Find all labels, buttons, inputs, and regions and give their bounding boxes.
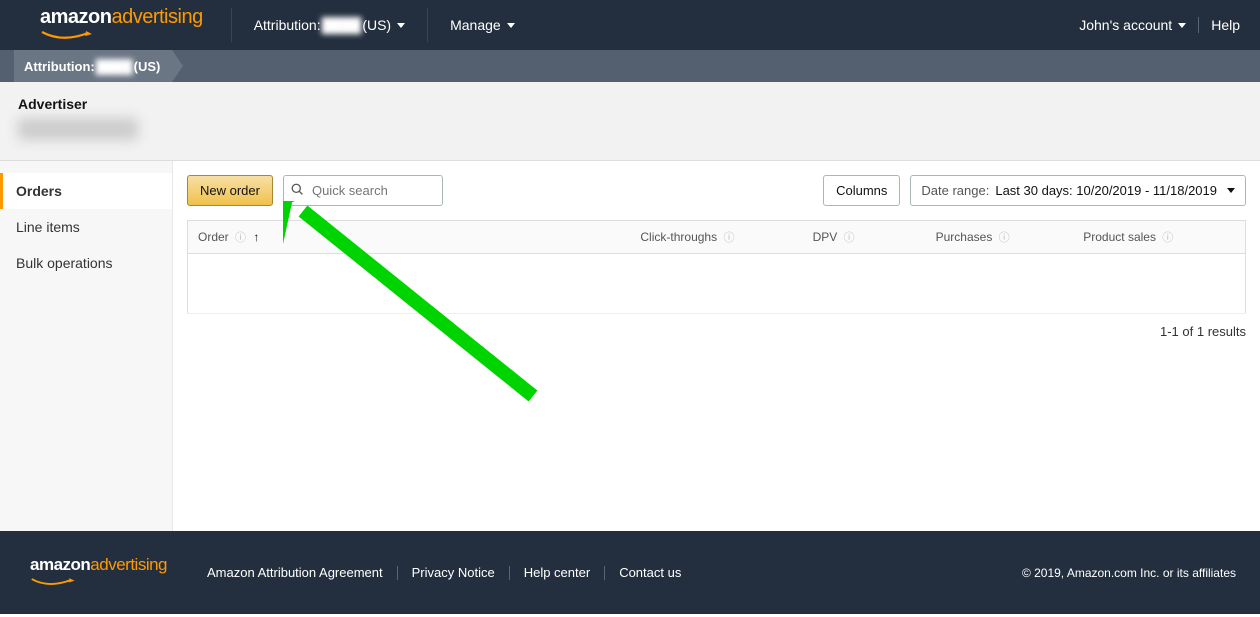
caret-down-icon <box>1178 23 1186 28</box>
search-wrap <box>283 175 443 206</box>
nav-attribution-dropdown[interactable]: Attribution: ████ (US) <box>232 0 427 50</box>
main-content: New order Columns Date range: Last 30 da… <box>172 161 1260 531</box>
logo-swoosh-icon <box>40 31 110 41</box>
nav-manage-dropdown[interactable]: Manage <box>428 0 537 50</box>
table-cell <box>926 254 1074 314</box>
breadcrumb-prefix: Attribution: <box>24 59 95 74</box>
caret-down-icon <box>397 23 405 28</box>
results-count: 1-1 of 1 results <box>187 324 1246 339</box>
info-icon[interactable]: ⓘ <box>723 232 734 244</box>
orders-table: Order ⓘ ↑ Click-throughs ⓘ DPV ⓘ Purchas… <box>187 220 1246 314</box>
body: Orders Line items Bulk operations New or… <box>0 161 1260 531</box>
footer-link-contact[interactable]: Contact us <box>619 565 681 580</box>
logo-advertising: advertising <box>90 555 167 574</box>
advertiser-header: Advertiser <box>0 82 1260 161</box>
logo-advertising: advertising <box>111 6 202 28</box>
sidebar-item-orders[interactable]: Orders <box>0 173 172 209</box>
date-range-dropdown[interactable]: Date range: Last 30 days: 10/20/2019 - 1… <box>910 175 1246 206</box>
info-icon[interactable]: ⓘ <box>235 232 246 244</box>
column-label: Purchases <box>936 230 993 244</box>
breadcrumb-suffix: (US) <box>134 59 161 74</box>
sidebar-item-line-items[interactable]: Line items <box>0 209 172 245</box>
advertiser-name-redacted <box>18 118 138 140</box>
logo-amazon: amazon <box>30 555 90 574</box>
info-icon[interactable]: ⓘ <box>1162 232 1173 244</box>
column-label: Click-throughs <box>640 230 717 244</box>
info-icon[interactable]: ⓘ <box>999 232 1010 244</box>
column-order[interactable]: Order ⓘ ↑ <box>188 221 631 254</box>
table-header-row: Order ⓘ ↑ Click-throughs ⓘ DPV ⓘ Purchas… <box>188 221 1246 254</box>
account-label: John's account <box>1079 17 1172 33</box>
footer-separator <box>397 566 398 580</box>
table-cell <box>803 254 926 314</box>
footer-logo[interactable]: amazonadvertising <box>24 555 207 590</box>
chevron-down-icon <box>1227 188 1235 193</box>
footer-link-agreement[interactable]: Amazon Attribution Agreement <box>207 565 383 580</box>
logo-swoosh-icon <box>30 578 90 587</box>
table-cell <box>188 254 631 314</box>
sort-asc-icon[interactable]: ↑ <box>253 230 259 244</box>
info-icon[interactable]: ⓘ <box>844 232 855 244</box>
account-dropdown[interactable]: John's account <box>1079 0 1186 50</box>
footer-link-privacy[interactable]: Privacy Notice <box>412 565 495 580</box>
nav-attribution-suffix: (US) <box>362 17 391 33</box>
breadcrumb-ribbon: Attribution: ████ (US) <box>0 50 1260 82</box>
column-label: Order <box>198 230 229 244</box>
column-product-sales[interactable]: Product sales ⓘ <box>1073 221 1245 254</box>
footer-separator <box>604 566 605 580</box>
sidebar-item-label: Line items <box>16 219 80 235</box>
column-dpv[interactable]: DPV ⓘ <box>803 221 926 254</box>
footer: amazonadvertising Amazon Attribution Agr… <box>0 531 1260 614</box>
table-cell <box>1073 254 1245 314</box>
search-icon <box>291 183 304 199</box>
nav-manage-label: Manage <box>450 17 501 33</box>
sidebar-item-bulk-operations[interactable]: Bulk operations <box>0 245 172 281</box>
logo[interactable]: amazonadvertising <box>0 6 231 44</box>
column-label: Product sales <box>1083 230 1156 244</box>
copyright: © 2019, Amazon.com Inc. or its affiliate… <box>1022 566 1236 580</box>
sidebar-item-label: Bulk operations <box>16 255 113 271</box>
advertiser-label: Advertiser <box>18 96 1242 112</box>
nav-attribution-prefix: Attribution: <box>254 17 321 33</box>
footer-separator <box>509 566 510 580</box>
column-purchases[interactable]: Purchases ⓘ <box>926 221 1074 254</box>
date-range-value: Last 30 days: 10/20/2019 - 11/18/2019 <box>995 183 1217 198</box>
logo-amazon: amazon <box>40 6 111 28</box>
help-link[interactable]: Help <box>1211 17 1240 33</box>
breadcrumb-redacted: ████ <box>96 59 133 74</box>
toolbar: New order Columns Date range: Last 30 da… <box>187 175 1246 206</box>
breadcrumb-chip[interactable]: Attribution: ████ (US) <box>14 50 172 82</box>
table-row[interactable] <box>188 254 1246 314</box>
date-range-label: Date range: <box>921 183 989 198</box>
nav-separator <box>1198 17 1199 33</box>
new-order-button[interactable]: New order <box>187 175 273 206</box>
quick-search-input[interactable] <box>283 175 443 206</box>
column-click-throughs[interactable]: Click-throughs ⓘ <box>630 221 802 254</box>
columns-button[interactable]: Columns <box>823 175 900 206</box>
table-cell <box>630 254 802 314</box>
caret-down-icon <box>507 23 515 28</box>
sidebar: Orders Line items Bulk operations <box>0 161 172 531</box>
nav-attribution-redacted: ████ <box>322 17 362 33</box>
column-label: DPV <box>813 230 838 244</box>
footer-link-help[interactable]: Help center <box>524 565 590 580</box>
sidebar-item-label: Orders <box>16 183 62 199</box>
top-nav: amazonadvertising Attribution: ████ (US)… <box>0 0 1260 50</box>
